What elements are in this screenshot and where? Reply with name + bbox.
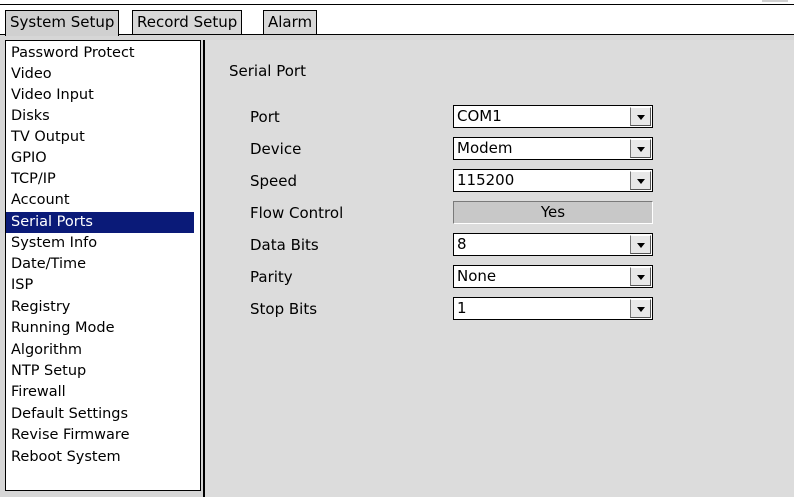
settings-sidebar: Password Protect Video Video Input Disks… xyxy=(5,40,201,491)
sidebar-item-serial-ports[interactable]: Serial Ports xyxy=(6,212,194,233)
tab-record-setup[interactable]: Record Setup xyxy=(132,10,243,34)
chevron-down-icon[interactable] xyxy=(630,107,651,126)
port-label: Port xyxy=(250,108,280,126)
sidebar-item-disks[interactable]: Disks xyxy=(6,106,194,127)
stop-bits-select[interactable]: 1 xyxy=(453,297,653,320)
parity-value: None xyxy=(457,267,497,285)
sidebar-item-reboot-system[interactable]: Reboot System xyxy=(6,447,194,468)
sidebar-item-date-time[interactable]: Date/Time xyxy=(6,254,194,275)
sidebar-item-isp[interactable]: ISP xyxy=(6,275,194,296)
speed-label: Speed xyxy=(250,172,298,190)
data-bits-select[interactable]: 8 xyxy=(453,233,653,256)
flow-control-label: Flow Control xyxy=(250,204,344,222)
sidebar-item-registry[interactable]: Registry xyxy=(6,297,194,318)
chevron-down-icon[interactable] xyxy=(630,235,651,254)
sidebar-item-tv-output[interactable]: TV Output xyxy=(6,127,194,148)
sidebar-item-password-protect[interactable]: Password Protect xyxy=(6,43,194,64)
sidebar-item-video-input[interactable]: Video Input xyxy=(6,85,194,106)
sidebar-item-ntp-setup[interactable]: NTP Setup xyxy=(6,361,194,382)
sidebar-item-tcp-ip[interactable]: TCP/IP xyxy=(6,169,194,190)
port-value: COM1 xyxy=(457,107,502,125)
tab-system-setup[interactable]: System Setup xyxy=(5,10,120,36)
stop-bits-label: Stop Bits xyxy=(250,300,318,318)
top-border xyxy=(0,4,794,5)
data-bits-value: 8 xyxy=(457,235,467,253)
sidebar-item-running-mode[interactable]: Running Mode xyxy=(6,318,194,339)
device-label: Device xyxy=(250,140,302,158)
chevron-down-icon[interactable] xyxy=(630,299,651,318)
window-corner-mark xyxy=(762,0,788,2)
section-title: Serial Port xyxy=(229,62,306,80)
sidebar-item-default-settings[interactable]: Default Settings xyxy=(6,404,194,425)
sidebar-item-system-info[interactable]: System Info xyxy=(6,233,194,254)
device-value: Modem xyxy=(457,139,513,157)
tab-alarm[interactable]: Alarm xyxy=(263,10,318,34)
sidebar-item-gpio[interactable]: GPIO xyxy=(6,148,194,169)
parity-label: Parity xyxy=(250,268,293,286)
chevron-down-icon[interactable] xyxy=(630,171,651,190)
sidebar-item-video[interactable]: Video xyxy=(6,64,194,85)
chevron-down-icon[interactable] xyxy=(630,267,651,286)
flow-control-toggle[interactable]: Yes xyxy=(453,201,653,224)
device-select[interactable]: Modem xyxy=(453,137,653,160)
parity-select[interactable]: None xyxy=(453,265,653,288)
sidebar-item-account[interactable]: Account xyxy=(6,190,194,211)
speed-select[interactable]: 115200 xyxy=(453,169,653,192)
sidebar-item-firewall[interactable]: Firewall xyxy=(6,382,194,403)
port-select[interactable]: COM1 xyxy=(453,105,653,128)
speed-value: 115200 xyxy=(457,171,515,189)
sidebar-item-revise-firmware[interactable]: Revise Firmware xyxy=(6,425,194,446)
stop-bits-value: 1 xyxy=(457,299,467,317)
data-bits-label: Data Bits xyxy=(250,236,319,254)
sidebar-item-algorithm[interactable]: Algorithm xyxy=(6,340,194,361)
chevron-down-icon[interactable] xyxy=(630,139,651,158)
